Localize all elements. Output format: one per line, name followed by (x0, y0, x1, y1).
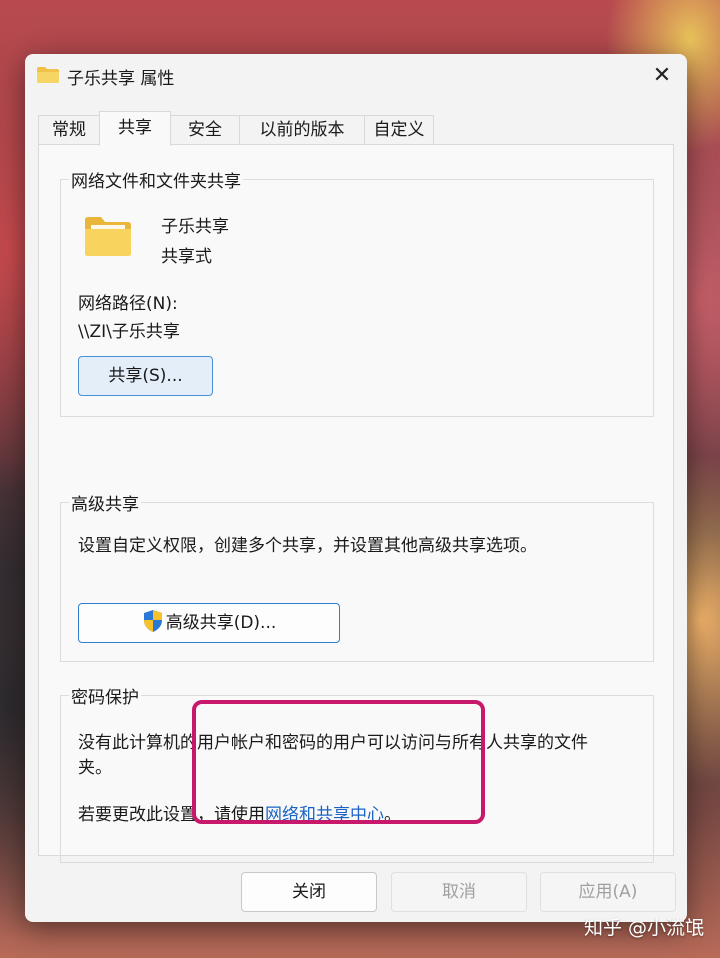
advanced-sharing-button[interactable]: 高级共享(D)... (78, 603, 340, 643)
tab-previous-versions[interactable]: 以前的版本 (239, 115, 365, 144)
network-sharing-group: 网络文件和文件夹共享 子乐共享 共享式 网络路径(N): \\ZI\子乐共享 共… (60, 167, 654, 417)
advanced-sharing-group: 高级共享 设置自定义权限，创建多个共享，并设置其他高级共享选项。 高级共享(D)… (60, 490, 654, 662)
share-button[interactable]: 共享(S)... (78, 356, 213, 396)
group-title: 网络文件和文件夹共享 (69, 167, 243, 192)
group-title: 密码保护 (69, 683, 141, 708)
folder-name: 子乐共享 (161, 217, 229, 237)
share-status: 共享式 (161, 247, 212, 267)
annotation-highlight-box (192, 700, 485, 824)
shield-icon (143, 610, 162, 632)
password-description-line2: 夹。 (78, 758, 112, 778)
title-bar[interactable]: 子乐共享 属性 ✕ (25, 54, 687, 98)
watermark: 知乎 @小流氓 (583, 917, 704, 939)
close-icon[interactable]: ✕ (645, 60, 679, 92)
cancel-button[interactable]: 取消 (391, 872, 527, 912)
shared-folder-icon (85, 217, 131, 256)
tab-security[interactable]: 安全 (170, 115, 240, 144)
tab-general[interactable]: 常规 (38, 115, 100, 144)
advanced-sharing-description: 设置自定义权限，创建多个共享，并设置其他高级共享选项。 (78, 536, 537, 556)
tab-sharing[interactable]: 共享 (99, 111, 171, 146)
network-path-label: 网络路径(N): (78, 294, 178, 314)
window-title: 子乐共享 属性 (67, 69, 175, 89)
folder-icon (37, 67, 59, 83)
tab-customize[interactable]: 自定义 (364, 115, 434, 144)
advanced-sharing-button-label: 高级共享(D)... (165, 613, 277, 633)
apply-button[interactable]: 应用(A) (540, 872, 676, 912)
group-title: 高级共享 (69, 490, 141, 515)
close-button[interactable]: 关闭 (241, 872, 377, 912)
network-path-value: \\ZI\子乐共享 (78, 322, 180, 342)
